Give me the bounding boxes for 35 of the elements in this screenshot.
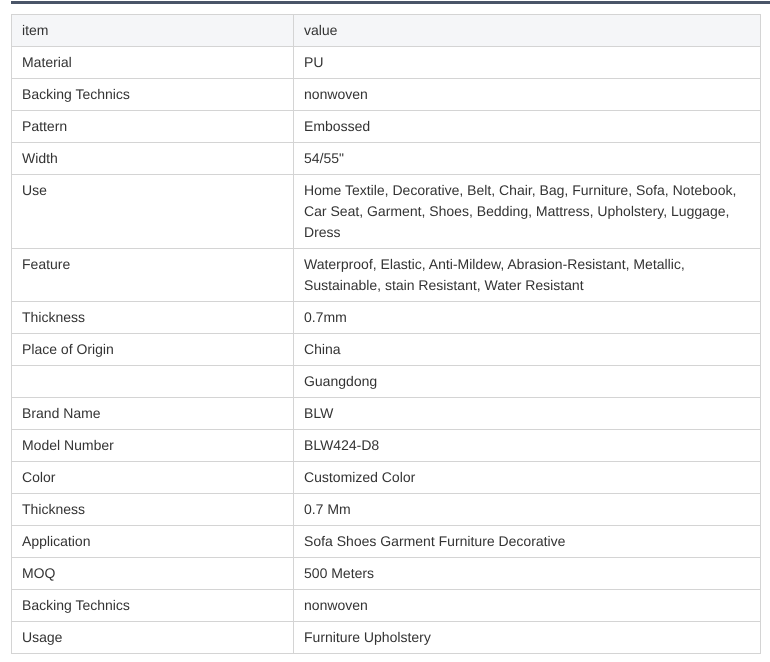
table-cell: 0.7mm <box>294 302 760 334</box>
table-cell: 0.7 Mm <box>294 494 760 526</box>
table-cell: nonwoven <box>294 78 760 110</box>
table-cell: Pattern <box>12 110 294 142</box>
table-cell: Embossed <box>294 110 760 142</box>
column-header: item <box>12 14 294 46</box>
column-header: value <box>294 14 760 46</box>
table-cell: Brand Name <box>12 398 294 430</box>
table-cell: 54/55" <box>294 142 760 174</box>
table-cell: Guangdong <box>294 366 760 398</box>
table-cell: Feature <box>12 248 294 302</box>
table-cell: Place of Origin <box>12 334 294 366</box>
table-cell: Sofa Shoes Garment Furniture Decorative <box>294 526 760 558</box>
table-cell: 500 Meters <box>294 558 760 590</box>
table-cell: Use <box>12 174 294 248</box>
table-cell: China <box>294 334 760 366</box>
table-cell: Width <box>12 142 294 174</box>
table-cell: Thickness <box>12 302 294 334</box>
table-cell: Customized Color <box>294 462 760 494</box>
table-cell: Application <box>12 526 294 558</box>
table-cell: BLW <box>294 398 760 430</box>
table-cell: Thickness <box>12 494 294 526</box>
table-cell: Home Textile, Decorative, Belt, Chair, Bag, Furniture, Sofa, Notebook, Car Seat, Garment, Shoes, Bedding, Mattress, Upholstery, Luggage, Dress <box>294 174 760 248</box>
table-cell: nonwoven <box>294 590 760 622</box>
table-cell: PU <box>294 46 760 78</box>
table-cell: Color <box>12 462 294 494</box>
table-cell: MOQ <box>12 558 294 590</box>
table-cell: Backing Technics <box>12 78 294 110</box>
table-cell: BLW424-D8 <box>294 430 760 462</box>
table-cell: Material <box>12 46 294 78</box>
table-cell: Usage <box>12 622 294 654</box>
table-cell: Waterproof, Elastic, Anti-Mildew, Abrasion-Resistant, Metallic, Sustainable, stain Resistant, Water Resistant <box>294 248 760 302</box>
table-cell: Backing Technics <box>12 590 294 622</box>
table-cell: Furniture Upholstery <box>294 622 760 654</box>
table-cell: Model Number <box>12 430 294 462</box>
